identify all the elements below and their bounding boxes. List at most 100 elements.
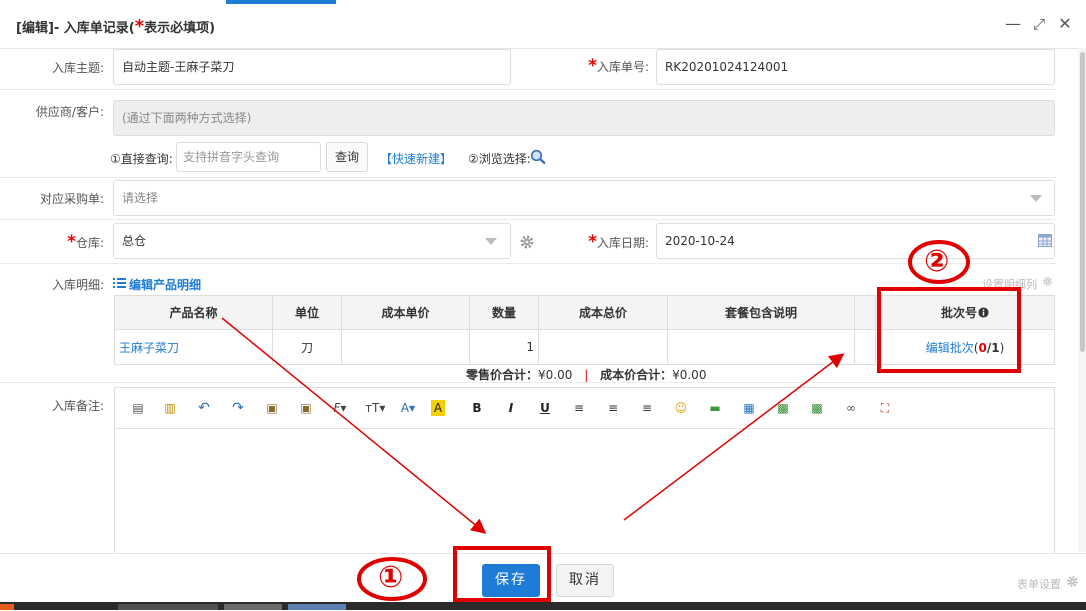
- annotation-box-batch: [877, 287, 1021, 373]
- subject-label: 入库主题:: [51, 61, 104, 75]
- header-total-cost: 成本总价: [538, 295, 668, 330]
- redo-icon[interactable]: ↷: [229, 400, 247, 416]
- warehouse-select[interactable]: 总仓: [113, 223, 511, 259]
- header-quantity: 数量: [469, 295, 539, 330]
- font-family-icon[interactable]: F▾: [331, 400, 349, 416]
- font-color-icon[interactable]: A▾: [399, 400, 417, 416]
- header-product-name: 产品名称: [114, 295, 273, 330]
- required-star: *: [588, 56, 597, 76]
- search-icon[interactable]: [530, 149, 548, 165]
- detail-label: 入库明细:: [51, 278, 104, 292]
- underline-icon[interactable]: U: [536, 400, 554, 416]
- undo-icon[interactable]: ↶: [195, 400, 213, 416]
- cell-package-desc: [667, 329, 855, 365]
- align-left-icon[interactable]: ≡: [570, 400, 588, 416]
- paste-word-icon[interactable]: ▣: [297, 400, 315, 416]
- emoji-icon[interactable]: ☺: [672, 400, 690, 416]
- align-center-icon[interactable]: ≡: [604, 400, 622, 416]
- annotation-label-2: ②: [924, 244, 950, 279]
- row-divider: [0, 89, 1056, 90]
- row-divider: [0, 177, 1056, 178]
- purchase-order-select[interactable]: 请选择: [113, 180, 1055, 216]
- editor-toolbar: ▤ ▥ ↶ ↷ ▣ ▣ F▾ тT▾ A▾ A B I U ≡ ≡ ≡ ☺ ▬ …: [115, 388, 1054, 429]
- annotation-label-1: ①: [378, 560, 404, 595]
- template-icon[interactable]: ▥: [161, 400, 179, 416]
- gear-icon[interactable]: [519, 234, 535, 250]
- supplier-label: 供应商/客户:: [35, 105, 104, 119]
- cell-unit-cost: [341, 329, 470, 365]
- subject-input[interactable]: 自动主题-王麻子菜刀: [113, 49, 511, 85]
- date-label: *入库日期:: [549, 232, 649, 252]
- warehouse-label: *仓库:: [4, 232, 104, 252]
- notes-label: 入库备注:: [51, 399, 104, 413]
- gear-icon[interactable]: [1066, 575, 1079, 588]
- align-right-icon[interactable]: ≡: [638, 400, 656, 416]
- retail-total-label: 零售价合计：: [466, 368, 539, 382]
- cell-unit: 刀: [272, 329, 342, 365]
- cancel-button[interactable]: 取消: [556, 564, 614, 597]
- paste-icon[interactable]: ▣: [263, 400, 281, 416]
- required-star: *: [588, 232, 597, 252]
- maximize-icon[interactable]: ⤢: [1029, 14, 1049, 34]
- gear-icon[interactable]: [1042, 276, 1053, 287]
- title-required-star: *: [134, 16, 145, 37]
- title-suffix: 表示必填项): [144, 21, 216, 36]
- scrollbar-thumb[interactable]: [1080, 52, 1085, 352]
- cost-total-value: ¥0.00: [672, 368, 707, 382]
- title-prefix: [编辑]- 入库单记录(: [16, 21, 135, 36]
- cost-total-label: 成本价合计：: [600, 368, 673, 382]
- required-star: *: [67, 232, 76, 252]
- direct-query-label: ①直接查询:: [110, 152, 173, 166]
- header-unit: 单位: [272, 295, 342, 330]
- header-unit-cost: 成本单价: [341, 295, 470, 330]
- cell-spacer: [854, 329, 876, 365]
- table-icon[interactable]: ▦: [740, 400, 758, 416]
- list-icon[interactable]: [113, 277, 126, 289]
- supplier-field[interactable]: (通过下面两种方式选择): [113, 100, 1055, 136]
- fullscreen-icon[interactable]: ⛶: [876, 400, 894, 416]
- quick-new-link[interactable]: 【快速新建】: [380, 150, 452, 167]
- form-settings-link[interactable]: 表单设置: [1017, 576, 1061, 592]
- source-icon[interactable]: ▤: [129, 400, 147, 416]
- italic-icon[interactable]: I: [502, 400, 520, 416]
- close-icon[interactable]: ✕: [1055, 14, 1075, 34]
- direct-query-input[interactable]: 支持拼音字头查询: [176, 142, 321, 172]
- date-input[interactable]: 2020-10-24: [656, 223, 1055, 259]
- chevron-down-icon[interactable]: [1030, 195, 1042, 202]
- calendar-icon[interactable]: [1038, 234, 1052, 247]
- order-no-label-text: 入库单号:: [596, 60, 649, 74]
- insert-image-icon[interactable]: ▩: [774, 400, 792, 416]
- cell-total-cost: [538, 329, 668, 365]
- bold-icon[interactable]: B: [468, 400, 486, 416]
- taskbar-app-icon[interactable]: [288, 604, 346, 610]
- chevron-down-icon[interactable]: [485, 238, 497, 245]
- minimize-icon[interactable]: —: [1003, 14, 1023, 34]
- multi-image-icon[interactable]: ▩: [808, 400, 826, 416]
- horizontal-rule-icon[interactable]: ▬: [706, 400, 724, 416]
- cell-quantity: 1: [469, 329, 539, 365]
- retail-total-value: ¥0.00: [538, 368, 573, 382]
- warehouse-label-text: 仓库:: [75, 236, 104, 250]
- row-divider: [0, 382, 1056, 383]
- taskbar-app-icon[interactable]: [0, 604, 14, 610]
- highlight-icon[interactable]: A: [431, 400, 445, 416]
- order-no-input[interactable]: RK20201024124001: [656, 49, 1055, 85]
- totals-divider: |: [584, 368, 589, 382]
- query-button[interactable]: 查询: [326, 142, 368, 172]
- browse-label: ②浏览选择:: [468, 152, 531, 166]
- order-no-label: *入库单号:: [549, 56, 649, 76]
- notes-editor[interactable]: ▤ ▥ ↶ ↷ ▣ ▣ F▾ тT▾ A▾ A B I U ≡ ≡ ≡ ☺ ▬ …: [114, 387, 1055, 557]
- date-label-text: 入库日期:: [596, 236, 649, 250]
- taskbar-app-icon[interactable]: [118, 604, 218, 610]
- cell-product-name[interactable]: 王麻子菜刀: [114, 329, 273, 365]
- edit-product-detail-link[interactable]: 编辑产品明细: [129, 276, 201, 293]
- purchase-order-label: 对应采购单:: [39, 192, 104, 206]
- row-divider: [0, 263, 1056, 264]
- taskbar-app-icon[interactable]: [224, 604, 282, 610]
- font-size-icon[interactable]: тT▾: [365, 400, 385, 416]
- totals-line: 零售价合计：¥0.00 | 成本价合计：¥0.00: [466, 366, 706, 383]
- header-spacer: [854, 295, 876, 330]
- link-icon[interactable]: ∞: [842, 400, 860, 416]
- header-package-desc: 套餐包含说明: [667, 295, 855, 330]
- row-divider: [0, 219, 1056, 220]
